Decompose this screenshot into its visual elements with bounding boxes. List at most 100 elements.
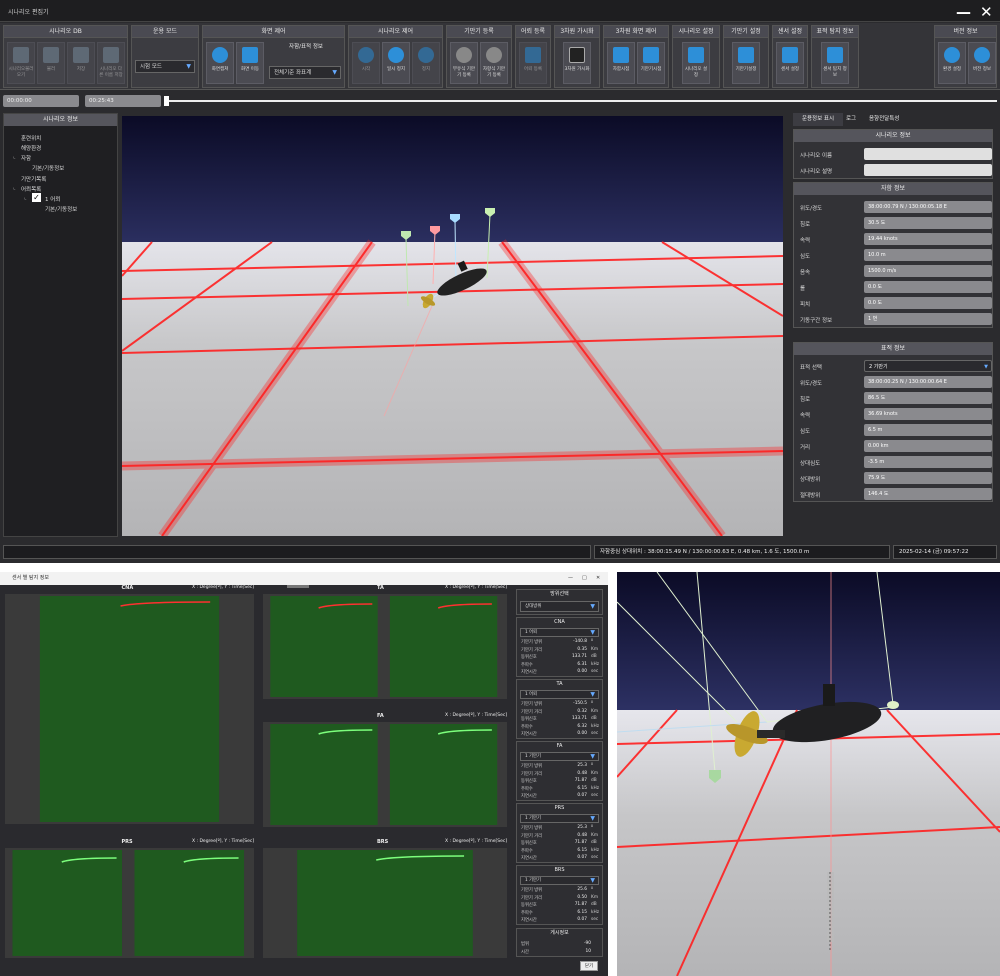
axis-note: X : Degree[º], Y : Time[Sec]	[445, 585, 508, 590]
info-row: 거리 0.00 km	[798, 440, 992, 453]
info-value-field: 0.0 도	[864, 281, 992, 293]
metric-label: 기만기 방위	[521, 702, 543, 707]
sensor-detection-button[interactable]: 센서 탐지 정보	[821, 42, 849, 84]
range-value[interactable]: -90	[557, 941, 591, 946]
tree-item-ocean-environment[interactable]: 해양환경	[21, 144, 41, 152]
tab-operation-info[interactable]: 운용정보 표시	[793, 113, 843, 126]
source-select[interactable]: 1 기만기 ▼	[520, 814, 599, 823]
tab-acoustic-propagation[interactable]: 음향전달특성	[869, 113, 929, 126]
decoy-view-button[interactable]: 기만기시점	[637, 42, 665, 84]
chevron-down-icon: ▼	[984, 364, 988, 370]
tree-item-torpedo-basic-maneuver[interactable]: 기본/기동정보	[45, 205, 77, 213]
environment-settings-button[interactable]: 환경 설정	[938, 42, 966, 84]
checkbox-checked[interactable]: ✓	[32, 193, 41, 202]
version-info-button[interactable]: 버전 정보	[968, 42, 996, 84]
axis-note: X : Degree[º], Y : Time[Sec]	[192, 839, 255, 844]
floating-decoy-button[interactable]: 부유식 기만기 등록	[450, 42, 478, 84]
maximize-icon[interactable]: □	[582, 572, 587, 585]
ship-view-button[interactable]: 자함시점	[607, 42, 635, 84]
group-operation-mode: 운용 모드 시험 모드 ▼	[131, 25, 199, 88]
info-row: 침로 86.5 도	[798, 392, 992, 405]
pause-button[interactable]: 일시 정지	[382, 42, 410, 84]
close-button[interactable]: 닫기	[580, 961, 598, 971]
group-decoy-settings: 기만기 설정 기만기설정	[723, 25, 769, 88]
torpedo-register-button[interactable]: 어뢰 등록	[519, 42, 547, 84]
metric-unit: º	[591, 825, 594, 830]
tree-item-torpedo-list[interactable]: 어뢰목록	[21, 185, 41, 193]
metric-value: 6.32	[577, 723, 587, 729]
sensor-plot-prs[interactable]	[5, 848, 254, 958]
source-select[interactable]: 1 어뢰 ▼	[520, 690, 599, 699]
stop-button[interactable]: 정지	[412, 42, 440, 84]
info-value-field: -3.5 m	[864, 456, 992, 468]
tree-item-training-location[interactable]: 훈련위치	[21, 134, 41, 142]
source-select[interactable]: 1 어뢰 ▼	[520, 628, 599, 637]
minimize-icon[interactable]: —	[956, 3, 971, 21]
start-button[interactable]: 시작	[352, 42, 380, 84]
metric-value: 25.3	[577, 763, 587, 768]
scenario-tree-panel: 시나리오 정보 훈련위치 해양환경 ⌞ 자함 기본/기동정보 기만기목록 ⌞ 어…	[3, 113, 118, 537]
expand-arrow-icon[interactable]: ⌞	[13, 185, 16, 191]
sensor-plot-cna[interactable]	[5, 594, 254, 824]
bearing-select[interactable]: 상대방위 ▼	[520, 601, 599, 612]
tab-log[interactable]: 로그	[846, 113, 862, 126]
open-button[interactable]: 불러	[37, 42, 65, 84]
metric-value: 0.00	[577, 731, 587, 736]
metric-value: 0.35	[577, 646, 587, 652]
self-propelled-decoy-button[interactable]: 자항식 기만기 등록	[480, 42, 508, 84]
close-icon[interactable]: ✕	[980, 3, 993, 21]
expand-arrow-icon[interactable]: ⌞	[24, 195, 27, 201]
info-value-field: 0.00 km	[864, 440, 992, 452]
drag-handle[interactable]	[287, 585, 309, 588]
3d-visualization-button[interactable]: 3차원 가시화	[563, 42, 591, 84]
info-label: 심도	[800, 254, 811, 260]
current-time-box: 00:25:43	[85, 95, 161, 107]
tree-item-torpedo-1[interactable]: 1 어뢰	[45, 195, 60, 203]
ship-target-info-label: 자함/표적 정보	[289, 44, 323, 50]
3d-viewport[interactable]	[122, 116, 783, 536]
save-button[interactable]: 저장	[67, 42, 95, 84]
info-row: 위도/경도 38:00:00.79 N / 130:00:05.18 E	[798, 201, 992, 214]
scenario-name-field[interactable]	[864, 148, 992, 160]
right-info-panel: 운용정보 표시 로그 음향전달특성 시나리오 정보 시나리오 이름 시나리오 설…	[790, 113, 997, 538]
tree-item-decoy-list[interactable]: 기만기목록	[21, 175, 46, 183]
screen-capture-button[interactable]: 화면캡쳐	[206, 42, 234, 84]
info-value-field: 86.5 도	[864, 392, 992, 404]
minimize-icon[interactable]: —	[568, 572, 573, 585]
source-select[interactable]: 1 기만기 ▼	[520, 752, 599, 761]
screen-move-button[interactable]: 화면 이동	[236, 42, 264, 84]
metric-unit: dB	[591, 654, 597, 659]
timeline-slider-thumb[interactable]	[164, 96, 169, 106]
target-select[interactable]: 2 기만기 ▼	[864, 360, 992, 372]
load-scenario-button[interactable]: 시나리오불러오기	[7, 42, 35, 84]
tree-item-own-ship[interactable]: 자함	[21, 154, 31, 162]
expand-arrow-icon[interactable]: ⌞	[13, 154, 16, 160]
timeline-track[interactable]	[166, 100, 997, 102]
scenario-settings-button[interactable]: 시나리오 설정	[682, 42, 710, 84]
torpedo-trail	[827, 872, 834, 952]
coordinate-system-select[interactable]: 전체기준 좌표계 ▼	[269, 66, 341, 79]
operation-mode-select[interactable]: 시험 모드 ▼	[135, 60, 195, 73]
save-as-button[interactable]: 시나리오 다른 이름 저장	[97, 42, 125, 84]
decoy-settings-button[interactable]: 기만기설정	[732, 42, 760, 84]
3d-closeup-view[interactable]	[617, 572, 1000, 976]
close-icon[interactable]: ✕	[596, 572, 600, 585]
source-select[interactable]: 1 기만기 ▼	[520, 876, 599, 885]
decoy-icon	[738, 47, 754, 63]
section-title: 시나리오 정보	[794, 130, 992, 142]
scenario-desc-field[interactable]	[864, 164, 992, 176]
metric-value: 0.32	[577, 708, 587, 714]
sensor-plot-fa[interactable]	[263, 722, 507, 827]
info-label: 위도/경도	[800, 206, 823, 212]
group-screen-control: 화면 제어 화면캡쳐 화면 이동 자함/표적 정보 전체기준 좌표계 ▼	[202, 25, 345, 88]
time-value[interactable]: 10	[557, 949, 591, 954]
sensor-section-brs: BRS 1 기만기 ▼ 기만기 방위 25.6 º 기만기 거리 0.50 Km 동위신호 71.8…	[516, 865, 603, 925]
sensor-plot-ta[interactable]	[263, 594, 507, 699]
info-value-field: 30.5 도	[864, 217, 992, 229]
sensor-settings-button[interactable]: 센서 설정	[776, 42, 804, 84]
info-value-field: 75.9 도	[864, 472, 992, 484]
title-bar: 시나리오 편집기 — ✕	[0, 0, 1000, 22]
sensor-plot-brs[interactable]	[263, 848, 507, 958]
tree-item-basic-maneuver[interactable]: 기본/기동정보	[32, 164, 64, 172]
metric-label: 동위신호	[521, 717, 537, 722]
